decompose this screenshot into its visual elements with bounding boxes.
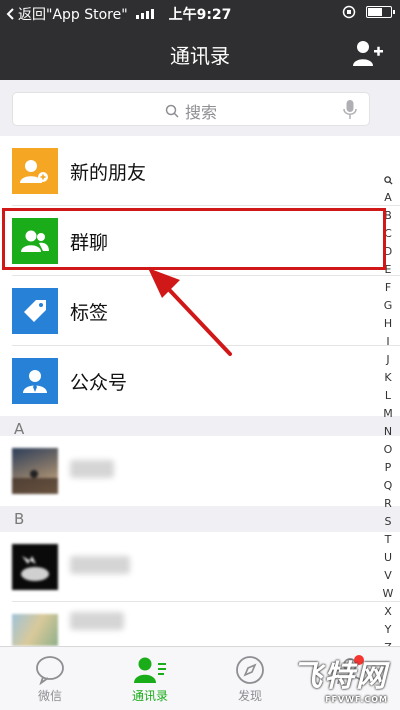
index-letter-f[interactable]: F xyxy=(380,279,396,297)
index-letter-o[interactable]: O xyxy=(380,441,396,459)
status-bar: 返回"App Store" 上午9:27 xyxy=(0,0,400,26)
status-right xyxy=(342,5,395,19)
row-label: 新的朋友 xyxy=(70,162,147,184)
avatar xyxy=(12,544,58,590)
index-letter-u[interactable]: U xyxy=(380,549,396,567)
status-time: 上午9:27 xyxy=(168,7,232,23)
blurred-name xyxy=(70,460,114,478)
tab-wechat[interactable]: 微信 xyxy=(10,653,90,704)
search-placeholder: 搜索 xyxy=(13,99,369,123)
index-letter-s[interactable]: S xyxy=(380,513,396,531)
tab-contacts[interactable]: 通讯录 xyxy=(110,653,190,704)
row-label: 公众号 xyxy=(70,372,128,394)
nav-bar: 通讯录 xyxy=(0,26,400,80)
row-label: 标签 xyxy=(70,302,109,324)
search-input[interactable]: 搜索 xyxy=(12,92,370,126)
annotation-arrow-icon xyxy=(148,268,232,356)
index-search-icon[interactable] xyxy=(380,171,396,189)
tab-label: 发现 xyxy=(237,689,262,703)
blurred-name xyxy=(70,556,130,574)
index-letter-i[interactable]: I xyxy=(380,333,396,351)
microphone-icon[interactable] xyxy=(343,99,357,121)
index-letter-x[interactable]: X xyxy=(380,603,396,621)
index-letter-j[interactable]: J xyxy=(380,351,396,369)
tab-discover[interactable]: 发现 xyxy=(210,653,290,704)
add-friend-icon xyxy=(12,148,58,194)
tab-label: 通讯录 xyxy=(131,689,168,703)
index-letter-g[interactable]: G xyxy=(380,297,396,315)
battery-icon xyxy=(366,6,395,18)
index-letter-l[interactable]: L xyxy=(380,387,396,405)
index-letter-k[interactable]: K xyxy=(380,369,396,387)
tab-label: 微信 xyxy=(37,689,62,703)
watermark: 飞特网 FFVWF.COM xyxy=(292,659,388,704)
chat-icon xyxy=(10,653,90,687)
contact-row[interactable] xyxy=(0,436,400,506)
avatar xyxy=(12,448,58,494)
index-letter-m[interactable]: M xyxy=(380,405,396,423)
index-letter-t[interactable]: T xyxy=(380,531,396,549)
search-area: 搜索 xyxy=(0,80,400,136)
index-letter-y[interactable]: Y xyxy=(380,621,396,639)
row-new-friends[interactable]: 新的朋友 xyxy=(0,136,400,206)
highlight-box xyxy=(2,208,386,270)
index-letter-n[interactable]: N xyxy=(380,423,396,441)
index-letter-p[interactable]: P xyxy=(380,459,396,477)
index-letter-a[interactable]: A xyxy=(380,189,396,207)
search-icon xyxy=(165,104,179,118)
official-account-icon xyxy=(12,358,58,404)
compass-icon xyxy=(210,653,290,687)
section-header-b: B xyxy=(0,506,400,532)
contacts-icon xyxy=(110,653,190,687)
index-letter-h[interactable]: H xyxy=(380,315,396,333)
page-title: 通讯录 xyxy=(170,44,230,68)
tag-icon xyxy=(12,288,58,334)
contact-row[interactable] xyxy=(0,532,400,602)
add-contact-icon[interactable] xyxy=(352,38,384,68)
blurred-name xyxy=(70,612,124,630)
contact-row[interactable] xyxy=(0,602,400,646)
rotation-lock-icon xyxy=(342,5,356,19)
index-letter-w[interactable]: W xyxy=(380,585,396,603)
tab-bar: 微信 通讯录 发现 飞特网 FFVWF.COM xyxy=(0,646,400,710)
index-letter-r[interactable]: R xyxy=(380,495,396,513)
index-letter-q[interactable]: Q xyxy=(380,477,396,495)
avatar xyxy=(12,614,58,646)
index-letter-v[interactable]: V xyxy=(380,567,396,585)
